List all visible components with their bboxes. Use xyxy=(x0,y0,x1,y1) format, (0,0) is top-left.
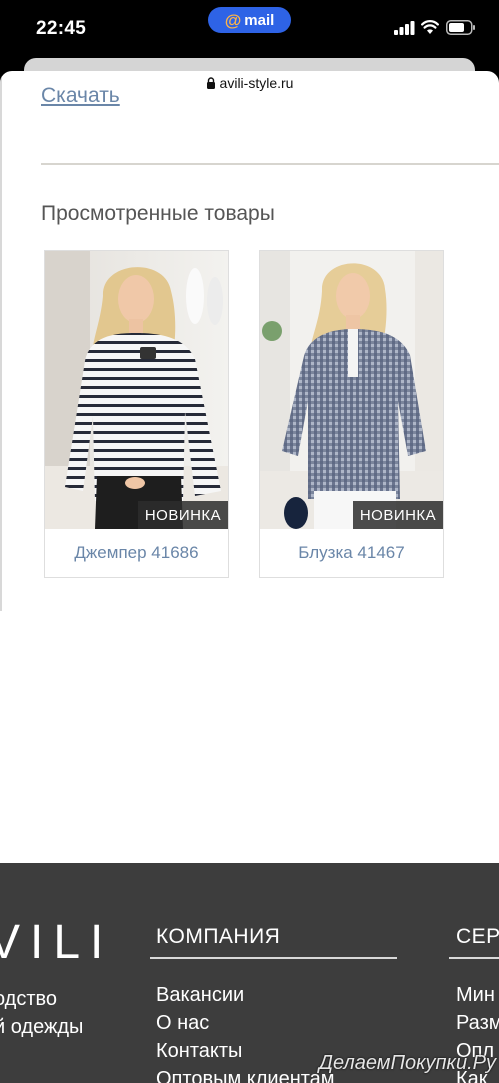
status-time: 22:45 xyxy=(36,18,87,39)
mail-label: mail xyxy=(244,11,275,29)
address-bar[interactable]: avili-style.ru xyxy=(0,71,499,95)
browser-page: Скачать avili-style.ru Просмотренные тов… xyxy=(0,71,499,1083)
footer-link-vacancies[interactable]: Вакансии xyxy=(156,981,335,1009)
company-links: Вакансии О нас Контакты Оптовым клиентам xyxy=(156,981,335,1083)
product-image-blouse[interactable]: НОВИНКА xyxy=(260,251,443,529)
new-badge: НОВИНКА xyxy=(138,501,228,529)
viewed-products-title: Просмотренные товары xyxy=(41,202,275,225)
footer-logo[interactable]: VILI xyxy=(0,915,113,970)
lock-icon xyxy=(206,77,215,89)
footer-link-about[interactable]: О нас xyxy=(156,1009,335,1037)
new-badge: НОВИНКА xyxy=(353,501,443,529)
battery-icon xyxy=(446,20,475,35)
mail-at-icon: @ xyxy=(224,10,242,30)
service-heading: СЕР xyxy=(456,925,499,948)
wifi-icon xyxy=(421,20,439,34)
company-heading: КОМПАНИЯ xyxy=(156,925,281,948)
footer-link-wholesale[interactable]: Оптовым клиентам xyxy=(156,1065,335,1083)
status-bar: 22:45 @ mail xyxy=(0,0,499,62)
watermark-text: ДелаемПокупки.Ру xyxy=(318,1052,496,1074)
footer-tagline: одство й одежды xyxy=(0,985,83,1041)
site-footer: VILI одство й одежды КОМПАНИЯ Вакансии О… xyxy=(0,863,499,1083)
section-divider xyxy=(41,163,499,165)
footer-link-service-2[interactable]: Разм xyxy=(456,1009,499,1037)
service-heading-rule xyxy=(449,957,499,959)
mail-app-pill[interactable]: @ mail xyxy=(208,7,291,33)
footer-link-service-1[interactable]: Мин xyxy=(456,981,499,1009)
footer-link-contacts[interactable]: Контакты xyxy=(156,1037,335,1065)
cellular-signal-icon xyxy=(394,21,415,35)
footer-tagline-line: одство xyxy=(0,988,58,1010)
product-card-blouse[interactable]: НОВИНКА Блузка 41467 xyxy=(259,250,444,578)
content-edge-line xyxy=(0,71,2,611)
product-name[interactable]: Блузка 41467 xyxy=(260,529,443,577)
company-heading-rule xyxy=(150,957,397,959)
product-name[interactable]: Джемпер 41686 xyxy=(45,529,228,577)
url-text: avili-style.ru xyxy=(219,75,294,91)
product-image-jumper[interactable]: НОВИНКА xyxy=(45,251,228,529)
footer-tagline-line: й одежды xyxy=(0,1016,84,1038)
product-card-jumper[interactable]: НОВИНКА Джемпер 41686 xyxy=(44,250,229,578)
